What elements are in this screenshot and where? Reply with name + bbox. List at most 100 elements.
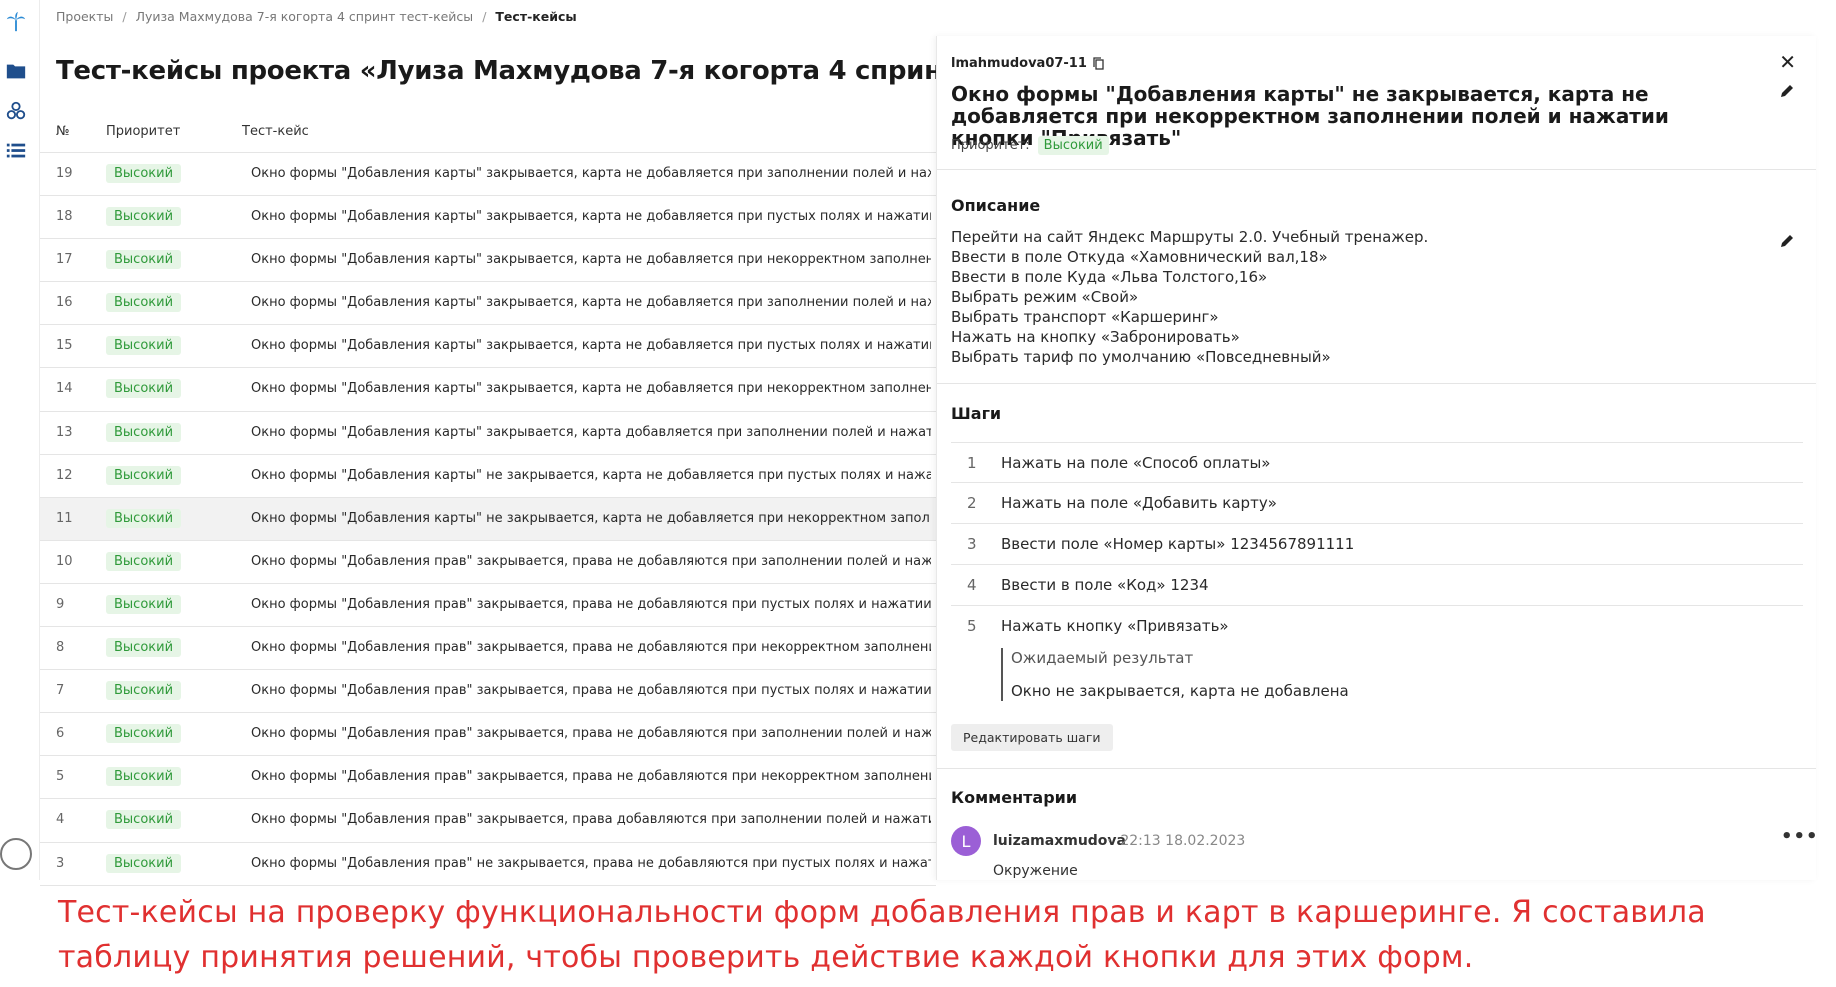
step-text: Ввести поле «Номер карты» 1234567891111 [1001, 535, 1355, 553]
description-line: Нажать на кнопку «Забронировать» [951, 328, 1240, 346]
step-number: 5 [967, 617, 977, 635]
step-row: 1 Нажать на поле «Способ оплаты» [951, 442, 1803, 483]
priority-label: Приоритет: [951, 138, 1030, 153]
table-row[interactable]: 17 Высокий Окно формы "Добавления карты" з… [40, 239, 936, 283]
table-row[interactable]: 15 Высокий Окно формы "Добавления карты" з… [40, 325, 936, 369]
table-row[interactable]: 13 Высокий Окно формы "Добавления карты" з… [40, 412, 936, 455]
description: Перейти на сайт Яндекс Маршруты 2.0. Уче… [951, 227, 1428, 367]
comments-heading: Комментарии [951, 788, 1078, 807]
step-number: 1 [967, 454, 977, 472]
test-case-name[interactable]: Окно формы "Добавления карты" закрываетс… [251, 381, 931, 396]
test-case-name[interactable]: Окно формы "Добавления прав" закрывается… [251, 683, 931, 698]
row-number: 7 [56, 683, 65, 699]
comment-time-text: 22:13 18.02.2023 [1120, 833, 1246, 849]
priority-badge: Высокий [106, 250, 182, 270]
user-icon[interactable] [0, 838, 32, 870]
row-number: 9 [56, 596, 65, 612]
table-row[interactable]: 16 Высокий Окно формы "Добавления карты" з… [40, 282, 936, 326]
palm-logo-icon[interactable] [4, 10, 28, 34]
case-id: lmahmudova07-11 [951, 56, 1105, 71]
test-case-name[interactable]: Окно формы "Добавления прав" закрывается… [251, 769, 931, 784]
row-number: 11 [56, 510, 73, 526]
row-number: 18 [56, 209, 73, 225]
test-case-name[interactable]: Окно формы "Добавления карты" закрываетс… [251, 252, 931, 267]
priority-badge: Высокий [106, 551, 182, 571]
test-case-name[interactable]: Окно формы "Добавления прав" закрывается… [251, 726, 931, 741]
row-number: 5 [56, 769, 65, 785]
table-row[interactable]: 10 Высокий Окно формы "Добавления прав" за… [40, 541, 936, 584]
step-number: 4 [967, 576, 977, 594]
test-case-name[interactable]: Окно формы "Добавления прав" закрывается… [251, 597, 931, 612]
priority-badge: Высокий [106, 767, 182, 787]
description-line: Перейти на сайт Яндекс Маршруты 2.0. Уче… [951, 228, 1429, 246]
pencil-icon[interactable] [1778, 232, 1796, 250]
breadcrumb-project[interactable]: Луиза Махмудова 7-я когорта 4 спринт тес… [136, 9, 474, 24]
description-line: Выбрать тариф по умолчанию «Повседневный… [951, 348, 1331, 366]
bicycles-icon[interactable] [4, 99, 28, 123]
copy-icon[interactable] [1093, 57, 1105, 70]
priority-badge: Высокий [106, 810, 182, 830]
priority-badge: Высокий [106, 638, 182, 658]
case-id-text: lmahmudova07-11 [951, 56, 1087, 71]
steps-list: 1 Нажать на поле «Способ оплаты» 2 Нажать н… [951, 442, 1803, 647]
table-row[interactable]: 4 Высокий Окно формы "Добавления прав" зак… [40, 799, 936, 843]
expected-result: Ожидаемый результат Окно не закрывается,… [1001, 648, 1349, 701]
table-row[interactable]: 5 Высокий Окно формы "Добавления прав" зак… [40, 756, 936, 800]
priority-badge: Высокий [106, 164, 182, 183]
table-row[interactable]: 3 Высокий Окно формы "Добавления прав" не … [40, 843, 936, 886]
steps-heading: Шаги [951, 404, 1002, 423]
expected-result-label: Ожидаемый результат [1011, 649, 1194, 667]
table-row[interactable]: 18 Высокий Окно формы "Добавления карты" з… [40, 196, 936, 240]
column-header-num[interactable]: № [56, 124, 70, 139]
table-row[interactable]: 11 Высокий Окно формы "Добавления карты" н… [40, 497, 936, 541]
test-case-name[interactable]: Окно формы "Добавления карты" закрываетс… [251, 166, 931, 181]
list-icon[interactable] [4, 139, 28, 163]
table-row[interactable]: 12 Высокий Окно формы "Добавления карты" н… [40, 455, 936, 498]
breadcrumb-projects[interactable]: Проекты [56, 9, 113, 24]
pencil-icon[interactable] [1778, 82, 1796, 100]
row-number: 17 [56, 252, 73, 268]
test-case-name[interactable]: Окно формы "Добавления прав" закрывается… [251, 812, 931, 827]
priority-badge: Высокий [106, 681, 182, 701]
test-case-name[interactable]: Окно формы "Добавления карты" не закрыва… [251, 468, 931, 483]
row-number: 3 [56, 855, 65, 871]
row-number: 12 [56, 467, 73, 483]
priority-badge[interactable]: Высокий [1037, 136, 1109, 155]
priority-badge: Высокий [106, 293, 182, 313]
column-header-name[interactable]: Тест-кейс [242, 124, 309, 139]
more-dots-icon[interactable]: ••• [1781, 826, 1816, 847]
comment-text: Окружение [993, 863, 1078, 879]
step-text: Нажать на поле «Добавить карту» [1001, 494, 1277, 512]
folder-icon[interactable] [4, 59, 28, 83]
caption: Тест-кейсы на проверку функциональности … [58, 895, 1706, 975]
test-case-name[interactable]: Окно формы "Добавления карты" не закрыва… [251, 511, 931, 526]
close-icon[interactable]: ✕ [1779, 52, 1796, 72]
test-case-name[interactable]: Окно формы "Добавления прав" закрывается… [251, 640, 931, 655]
test-case-name[interactable]: Окно формы "Добавления карты" закрываетс… [251, 209, 931, 224]
test-case-name[interactable]: Окно формы "Добавления карты" закрываетс… [251, 425, 931, 440]
test-case-name[interactable]: Окно формы "Добавления прав" закрывается… [251, 554, 931, 569]
row-number: 15 [56, 338, 73, 354]
step-row: 2 Нажать на поле «Добавить карту» [951, 483, 1803, 524]
test-case-detail-panel: lmahmudova07-11 ✕ Окно формы "Добавления… [936, 36, 1816, 880]
priority-badge: Высокий [106, 465, 182, 485]
row-number: 10 [56, 553, 73, 569]
test-case-name[interactable]: Окно формы "Добавления прав" не закрывае… [251, 856, 931, 871]
row-number: 8 [56, 640, 65, 656]
step-row: 4 Ввести в поле «Код» 1234 [951, 565, 1803, 606]
comment-time: · 22:13 18.02.2023 [1107, 833, 1246, 849]
test-case-name[interactable]: Окно формы "Добавления карты" закрываетс… [251, 338, 931, 353]
table-row[interactable]: 19 Высокий Окно формы "Добавления карты" з… [40, 153, 936, 197]
table-row[interactable]: 9 Высокий Окно формы "Добавления прав" зак… [40, 584, 936, 628]
table-row[interactable]: 6 Высокий Окно формы "Добавления прав" зак… [40, 713, 936, 757]
column-header-priority[interactable]: Приоритет [106, 124, 180, 139]
left-rail [0, 0, 40, 880]
row-number: 16 [56, 295, 73, 311]
table-row[interactable]: 8 Высокий Окно формы "Добавления прав" зак… [40, 627, 936, 671]
test-case-name[interactable]: Окно формы "Добавления карты" закрываетс… [251, 295, 931, 310]
edit-steps-button[interactable]: Редактировать шаги [951, 724, 1113, 751]
table-row[interactable]: 14 Высокий Окно формы "Добавления карты" з… [40, 368, 936, 412]
description-heading: Описание [951, 196, 1041, 215]
description-line: Ввести в поле Откуда «Хамовнический вал,… [951, 248, 1328, 266]
table-row[interactable]: 7 Высокий Окно формы "Добавления прав" зак… [40, 670, 936, 714]
